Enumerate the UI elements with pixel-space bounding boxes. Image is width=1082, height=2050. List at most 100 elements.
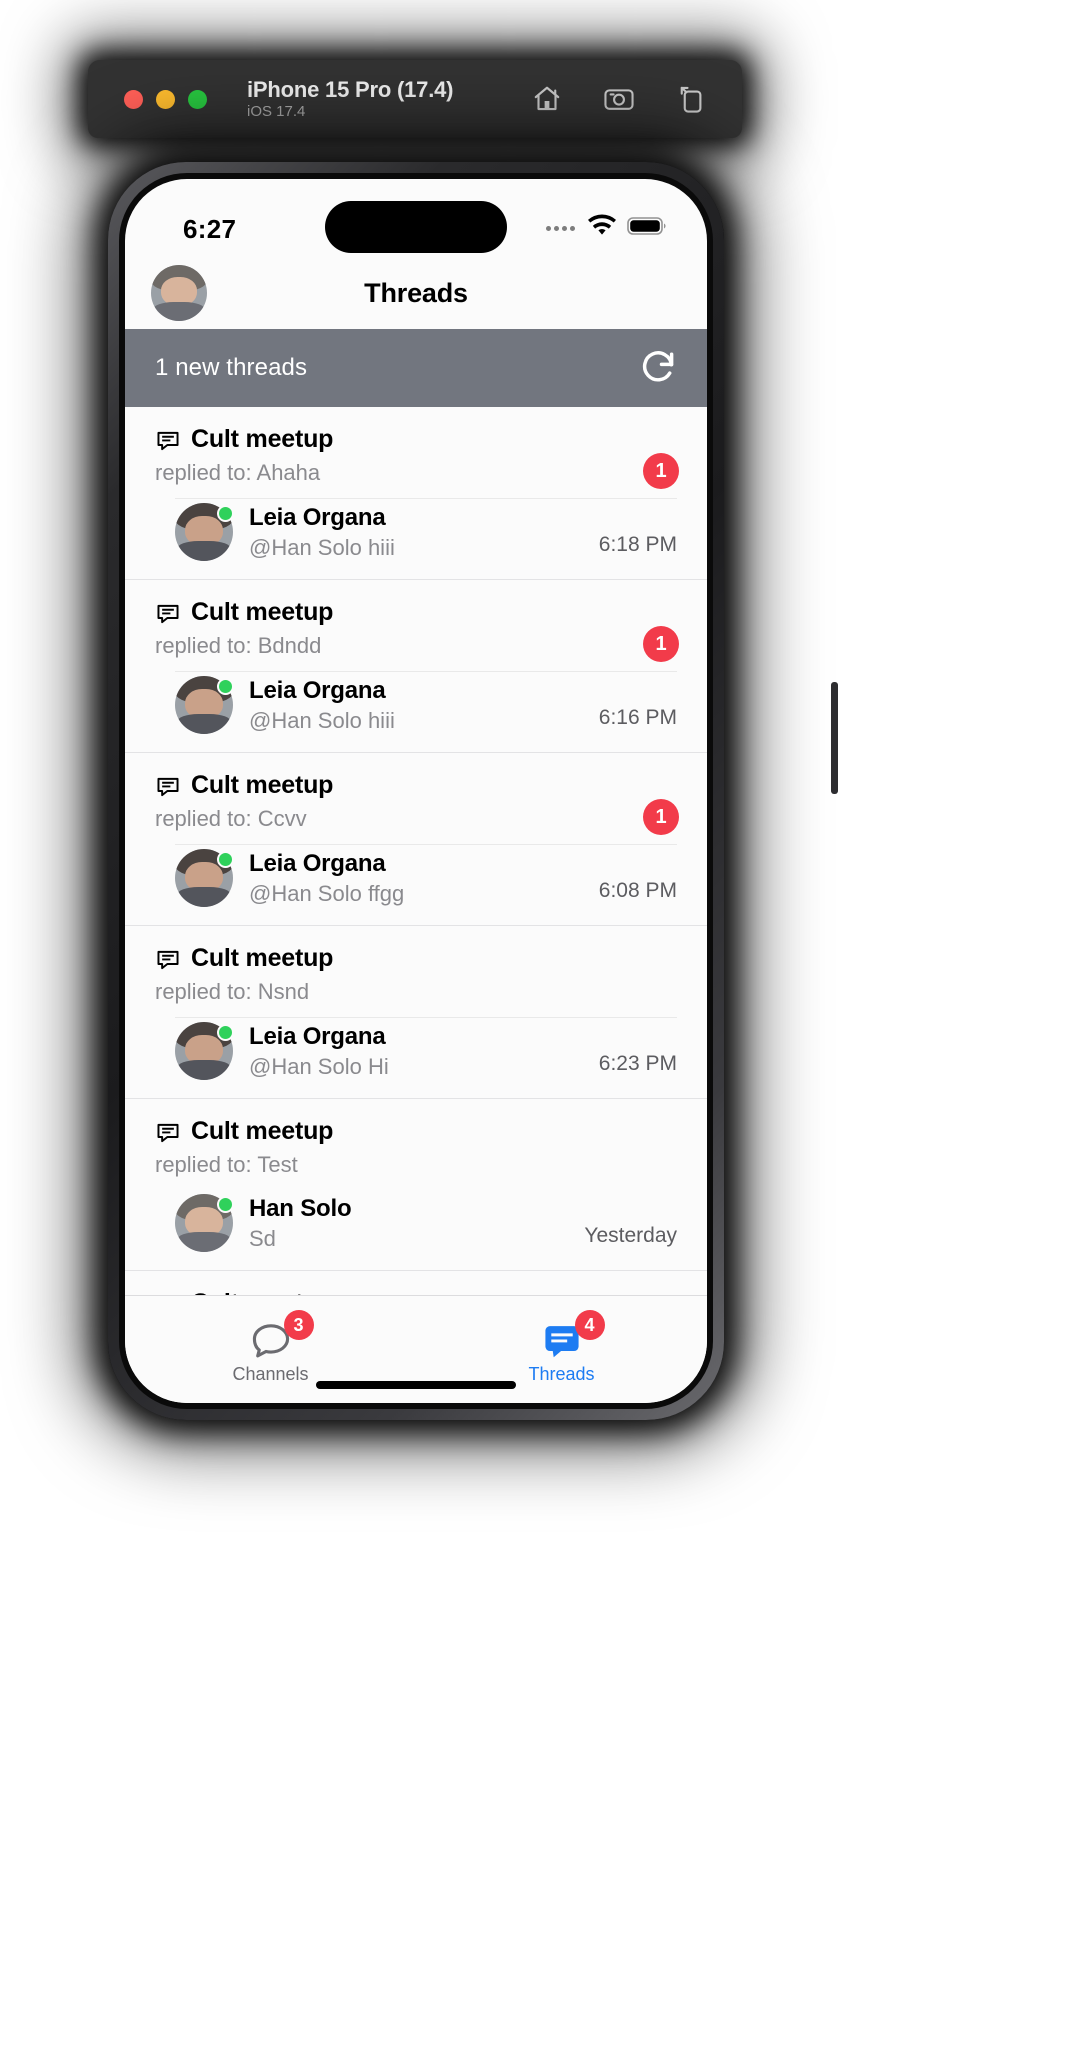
- thread-row[interactable]: Cult meetup replied to: Nsnd Leia Organa…: [125, 926, 707, 1099]
- tab-label: Threads: [528, 1364, 595, 1384]
- thread-channel-icon: [155, 773, 181, 799]
- thread-channel-name: Cult meetup: [191, 598, 334, 626]
- simulator-window-titlebar: iPhone 15 Pro (17.4) iOS 17.4: [88, 60, 742, 138]
- presence-online-indicator: [217, 851, 234, 868]
- message-texts: Leia Organa @Han Solo hiii: [249, 677, 587, 734]
- refresh-icon: [639, 347, 677, 390]
- message-author: Leia Organa: [249, 503, 386, 531]
- thread-header: Cult meetup: [125, 1289, 707, 1295]
- minimize-button[interactable]: [156, 89, 175, 109]
- thread-message[interactable]: Leia Organa @Han Solo hiii 6:18 PM: [175, 498, 677, 563]
- thread-message[interactable]: Han Solo Sd Yesterday: [175, 1190, 677, 1254]
- tab-badge: 3: [283, 1310, 314, 1340]
- thread-header: Cult meetup: [125, 944, 707, 973]
- rotate-icon: [676, 84, 706, 114]
- status-bar-clock: 6:27: [183, 214, 237, 244]
- message-avatar-wrapper: [175, 676, 234, 734]
- presence-online-indicator: [217, 678, 234, 695]
- device-bezel: 6:27 Threads 1 new threads Cult meetup r…: [119, 173, 713, 1409]
- message-avatar-wrapper: [175, 849, 234, 907]
- close-button[interactable]: [124, 89, 143, 109]
- thread-message[interactable]: Leia Organa @Han Solo Hi 6:23 PM: [175, 1017, 677, 1082]
- thread-row[interactable]: Cult meetup replied to: Dbmmmn: [125, 1271, 707, 1295]
- message-author: Leia Organa: [249, 1022, 386, 1050]
- message-texts: Leia Organa @Han Solo Hi: [249, 1023, 587, 1080]
- unread-badge: 1: [643, 626, 679, 662]
- thread-channel-name: Cult meetup: [191, 425, 334, 453]
- tab-label: Channels: [232, 1364, 309, 1384]
- screenshot-button[interactable]: [602, 82, 636, 116]
- thread-replied-to: replied to: Bdndd: [155, 633, 322, 658]
- thread-header: Cult meetup: [125, 425, 707, 454]
- battery-icon: [627, 215, 667, 242]
- message-texts: Leia Organa @Han Solo ffgg: [249, 850, 587, 907]
- simulator-toolbar: [530, 82, 722, 116]
- camera-icon: [603, 84, 635, 114]
- thread-message[interactable]: Leia Organa @Han Solo hiii 6:16 PM: [175, 671, 677, 736]
- message-timestamp: 6:16 PM: [598, 706, 677, 729]
- avatar-image: [151, 265, 207, 321]
- navigation-bar: Threads: [125, 257, 707, 329]
- message-preview: @Han Solo ffgg: [249, 880, 405, 906]
- zoom-button[interactable]: [188, 89, 207, 109]
- unread-badge: 1: [643, 799, 679, 835]
- chat-bubble-outline-icon: 3: [250, 1310, 314, 1360]
- dynamic-island: [325, 201, 507, 253]
- refresh-button[interactable]: [639, 347, 677, 390]
- tab-badge: 4: [574, 1310, 605, 1340]
- thread-replied-to: replied to: Nsnd: [155, 979, 310, 1004]
- thread-replied-to: replied to: Ahaha: [155, 460, 321, 485]
- message-timestamp: 6:18 PM: [598, 533, 677, 556]
- message-timestamp: Yesterday: [584, 1224, 677, 1247]
- thread-channel-name: Cult meetup: [191, 1289, 333, 1295]
- presence-online-indicator: [217, 1196, 234, 1213]
- thread-channel-name: Cult meetup: [191, 1117, 334, 1145]
- thread-channel-icon: [155, 946, 181, 972]
- threads-list[interactable]: Cult meetup replied to: Ahaha 1 Leia Org…: [125, 407, 707, 1295]
- thread-header: Cult meetup: [125, 598, 707, 627]
- message-preview: @Han Solo Hi: [249, 1053, 389, 1079]
- thread-header: Cult meetup: [125, 1117, 707, 1146]
- new-threads-banner[interactable]: 1 new threads: [125, 329, 707, 407]
- thread-row[interactable]: Cult meetup replied to: Test Han Solo Sd…: [125, 1099, 707, 1271]
- thread-row[interactable]: Cult meetup replied to: Bdndd 1 Leia Org…: [125, 580, 707, 753]
- message-preview: Sd: [249, 1225, 276, 1251]
- signal-dots-icon: [546, 226, 575, 231]
- thread-channel-icon: [155, 427, 181, 453]
- thread-channel-name: Cult meetup: [191, 771, 334, 799]
- message-author: Leia Organa: [249, 676, 386, 704]
- page-title: Threads: [364, 277, 468, 308]
- home-button[interactable]: [530, 82, 564, 116]
- screenshot-root: iPhone 15 Pro (17.4) iOS 17.4 6:27 Threa…: [0, 0, 1082, 2050]
- message-texts: Leia Organa @Han Solo hiii: [249, 504, 587, 561]
- wifi-icon: [586, 214, 618, 243]
- traffic-lights: [124, 89, 207, 109]
- simulator-subtitle: iOS 17.4: [247, 103, 306, 121]
- thread-row[interactable]: Cult meetup replied to: Ahaha 1 Leia Org…: [125, 407, 707, 580]
- avatar[interactable]: [151, 265, 207, 321]
- unread-badge: 1: [643, 453, 679, 489]
- thread-replied-to: replied to: Ccvv: [155, 806, 307, 831]
- thread-replied-to: replied to: Test: [155, 1152, 298, 1177]
- thread-channel-icon: [155, 1119, 181, 1145]
- message-avatar-wrapper: [175, 503, 234, 561]
- device-screen: 6:27 Threads 1 new threads Cult meetup r…: [125, 179, 707, 1403]
- simulator-title-block: iPhone 15 Pro (17.4) iOS 17.4: [247, 77, 453, 121]
- thread-row[interactable]: Cult meetup replied to: Ccvv 1 Leia Orga…: [125, 753, 707, 926]
- message-preview: @Han Solo hiii: [249, 534, 395, 560]
- thread-channel-name: Cult meetup: [191, 944, 334, 972]
- chat-bubble-filled-icon: 4: [541, 1310, 605, 1360]
- power-button[interactable]: [831, 682, 838, 794]
- simulator-title: iPhone 15 Pro (17.4): [247, 76, 454, 102]
- message-author: Han Solo: [249, 1194, 352, 1222]
- tab-bar: 3 Channels 4 Threads: [125, 1295, 707, 1403]
- home-indicator[interactable]: [316, 1381, 516, 1389]
- message-timestamp: 6:08 PM: [598, 879, 677, 902]
- home-icon: [532, 84, 562, 114]
- status-bar: 6:27: [125, 179, 707, 257]
- rotate-button[interactable]: [674, 82, 708, 116]
- message-avatar-wrapper: [175, 1022, 234, 1080]
- thread-message[interactable]: Leia Organa @Han Solo ffgg 6:08 PM: [175, 844, 677, 909]
- status-bar-indicators: [546, 214, 667, 243]
- message-author: Leia Organa: [249, 849, 386, 877]
